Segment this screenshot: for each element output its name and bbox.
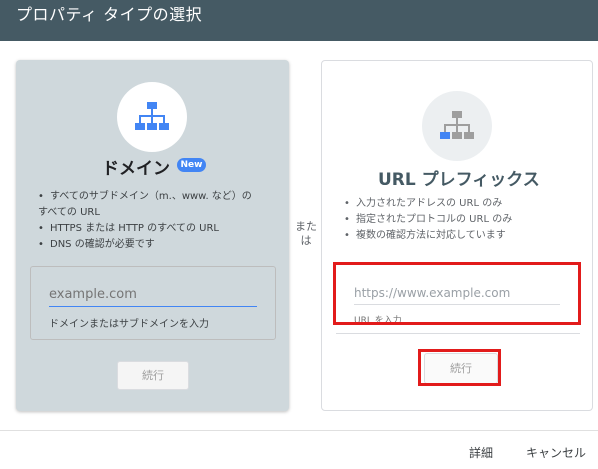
list-item: 入力されたアドレスの URL のみ — [344, 196, 584, 212]
bullet-text: すべてのサブドメイン（m.、www. など）の — [38, 189, 276, 205]
url-continue-highlight — [418, 349, 501, 386]
domain-bullet-list: すべてのサブドメイン（m.、www. など）の すべての URL HTTPS ま… — [38, 189, 276, 253]
sitemap-icon — [440, 111, 474, 139]
dialog-title: プロパティ タイプの選択 — [16, 5, 203, 24]
url-divider — [336, 333, 580, 334]
domain-property-card[interactable]: ドメイン New すべてのサブドメイン（m.、www. など）の すべての UR… — [16, 60, 289, 411]
domain-input[interactable] — [49, 283, 257, 307]
new-badge: New — [177, 158, 206, 172]
bullet-text-continued: すべての URL — [38, 207, 100, 218]
domain-card-title: ドメイン — [102, 159, 170, 179]
domain-continue-button[interactable]: 続行 — [117, 361, 189, 390]
url-input-highlight — [333, 262, 581, 325]
domain-icon-circle — [117, 82, 187, 152]
url-prefix-bullet-list: 入力されたアドレスの URL のみ 指定されたプロトコルの URL のみ 複数の… — [344, 196, 584, 244]
footer-divider — [0, 430, 598, 431]
domain-helper-text: ドメインまたはサブドメインを入力 — [49, 319, 209, 330]
url-prefix-card-title: URL プレフィックス — [378, 170, 540, 190]
list-item: 複数の確認方法に対応しています — [344, 228, 584, 244]
details-link[interactable]: 詳細 — [469, 444, 493, 461]
domain-input-box: ドメインまたはサブドメインを入力 — [30, 266, 276, 340]
url-prefix-icon-circle — [422, 91, 492, 161]
or-separator-line2: は — [300, 234, 312, 247]
cancel-button[interactable]: キャンセル — [526, 444, 586, 461]
or-separator: また は — [294, 220, 318, 248]
sitemap-icon — [135, 102, 169, 130]
list-item: DNS の確認が必要です — [38, 237, 276, 253]
list-item: 指定されたプロトコルの URL のみ — [344, 212, 584, 228]
list-item: HTTPS または HTTP のすべての URL — [38, 221, 276, 237]
or-separator-line1: また — [295, 220, 317, 233]
list-item: すべてのサブドメイン（m.、www. など）の すべての URL — [38, 189, 276, 221]
dialog-header: プロパティ タイプの選択 — [0, 0, 598, 41]
